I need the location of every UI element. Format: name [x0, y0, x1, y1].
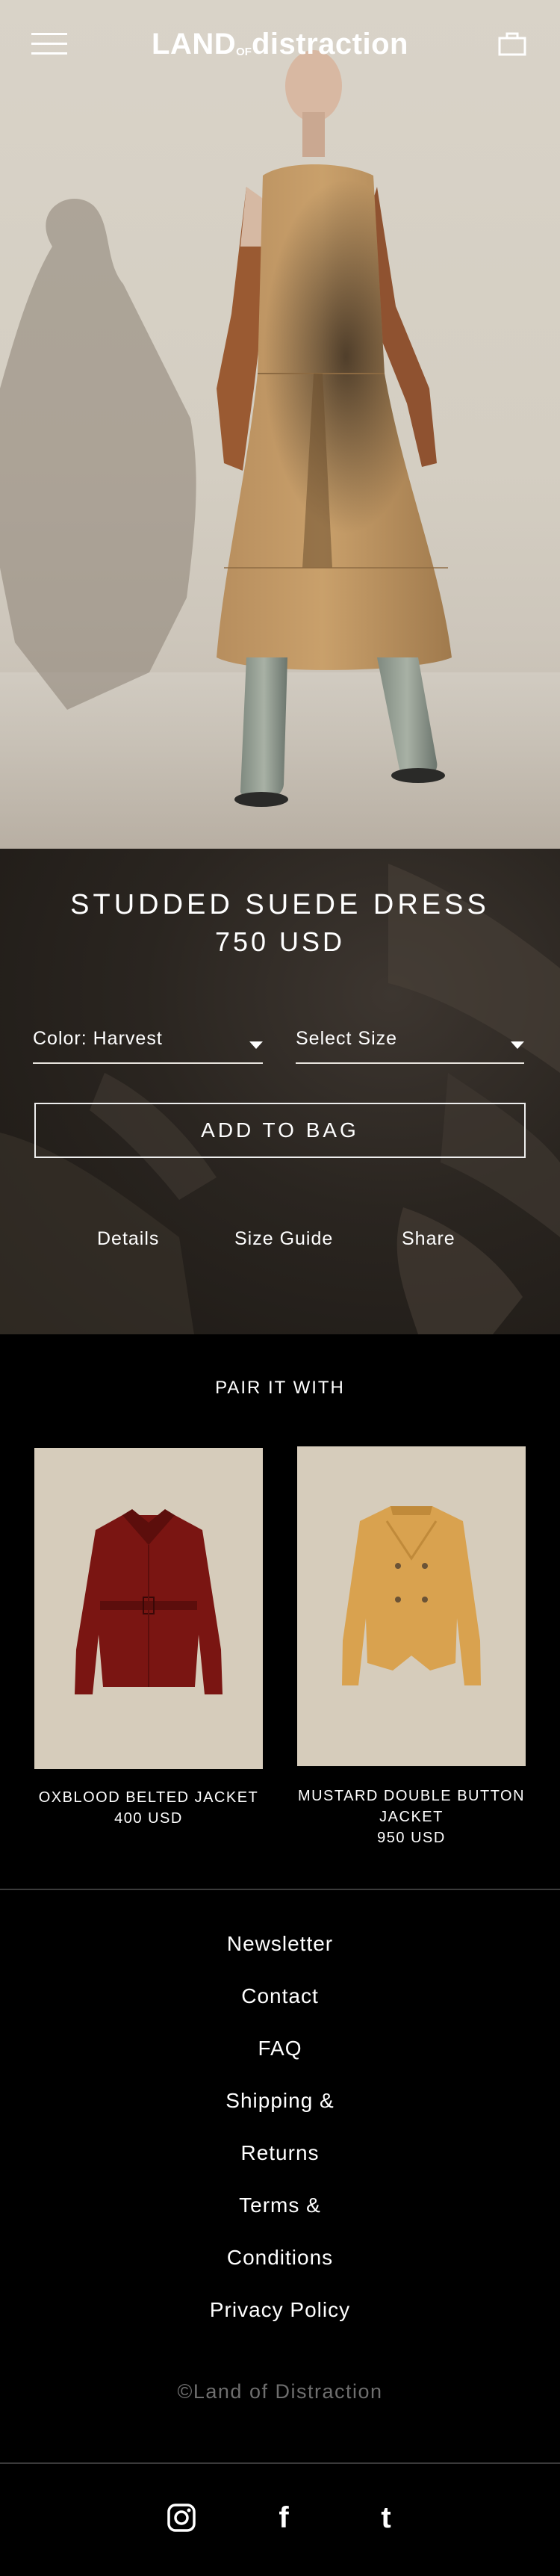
- product-price: 750 USD: [214, 926, 346, 957]
- product-panel: STUDDED SUEDE DRESS 750 USD Color: Harve…: [0, 849, 560, 1334]
- contact-link[interactable]: Contact: [0, 1984, 560, 2008]
- chevron-down-icon: [511, 1041, 524, 1049]
- color-select[interactable]: Color: Harvest: [33, 1028, 263, 1064]
- logo-of: OF: [236, 46, 252, 58]
- social-links: f t: [0, 2464, 560, 2576]
- newsletter-link[interactable]: Newsletter: [0, 1932, 560, 1956]
- hero-image: LANDOFdistraction: [0, 0, 560, 849]
- product-card[interactable]: OXBLOOD BELTED JACKET 400 USD: [34, 1448, 263, 1829]
- privacy-policy-link[interactable]: Privacy Policy: [0, 2298, 560, 2322]
- product-name: OXBLOOD BELTED JACKET: [38, 1789, 259, 1806]
- model-photo: [0, 50, 452, 807]
- shopping-bag-icon[interactable]: [497, 30, 527, 57]
- copyright: ©Land of Distraction: [177, 2380, 383, 2403]
- brand-logo[interactable]: LANDOFdistraction: [133, 25, 427, 63]
- facebook-icon[interactable]: f: [269, 2503, 299, 2533]
- product-name-line-1: MUSTARD DOUBLE BUTTON: [297, 1788, 526, 1804]
- wood-texture-background: [0, 864, 560, 1334]
- color-select-value: Color: Harvest: [33, 1028, 163, 1049]
- logo-land: LAND: [152, 28, 237, 61]
- faq-link[interactable]: FAQ: [0, 2037, 560, 2061]
- product-thumbnail: [34, 1448, 263, 1769]
- product-card[interactable]: MUSTARD DOUBLE BUTTON JACKET 950 USD: [297, 1446, 526, 1848]
- product-thumbnail: [297, 1446, 526, 1766]
- terms-conditions-link-line-1[interactable]: Terms &: [0, 2193, 560, 2217]
- product-name-line-2: JACKET: [379, 1809, 444, 1825]
- oxblood-jacket-image: [75, 1509, 223, 1694]
- details-link[interactable]: Details: [97, 1228, 159, 1250]
- site-footer: Newsletter Contact FAQ Shipping & Return…: [0, 1890, 560, 2462]
- mustard-jacket-image: [342, 1506, 481, 1685]
- terms-conditions-link-line-2[interactable]: Conditions: [0, 2246, 560, 2270]
- logo-distraction: distraction: [251, 28, 408, 61]
- instagram-icon[interactable]: [167, 2503, 196, 2533]
- pair-it-with-section: PAIR IT WITH OXBLOOD BELTED JACKET 400 U…: [0, 1334, 560, 1889]
- product-title: STUDDED SUEDE DRESS: [70, 889, 490, 920]
- product-price: 950 USD: [377, 1830, 446, 1846]
- size-select-value: Select Size: [296, 1028, 398, 1049]
- product-name: MUSTARD DOUBLE BUTTON JACKET: [297, 1786, 526, 1827]
- chevron-down-icon: [249, 1041, 263, 1049]
- size-guide-link[interactable]: Size Guide: [234, 1228, 333, 1250]
- product-links: Details Size Guide Share: [0, 1228, 560, 1258]
- hamburger-menu-icon[interactable]: [31, 31, 67, 57]
- shipping-returns-link-line-2[interactable]: Returns: [0, 2141, 560, 2165]
- product-price: 400 USD: [114, 1810, 183, 1827]
- shipping-returns-link-line-1[interactable]: Shipping &: [0, 2089, 560, 2113]
- site-header: LANDOFdistraction: [0, 0, 560, 90]
- share-link[interactable]: Share: [402, 1228, 455, 1250]
- size-select[interactable]: Select Size: [296, 1028, 524, 1064]
- tumblr-icon[interactable]: t: [371, 2503, 401, 2533]
- section-title: PAIR IT WITH: [215, 1378, 345, 1398]
- add-to-bag-button[interactable]: ADD TO BAG: [34, 1103, 526, 1158]
